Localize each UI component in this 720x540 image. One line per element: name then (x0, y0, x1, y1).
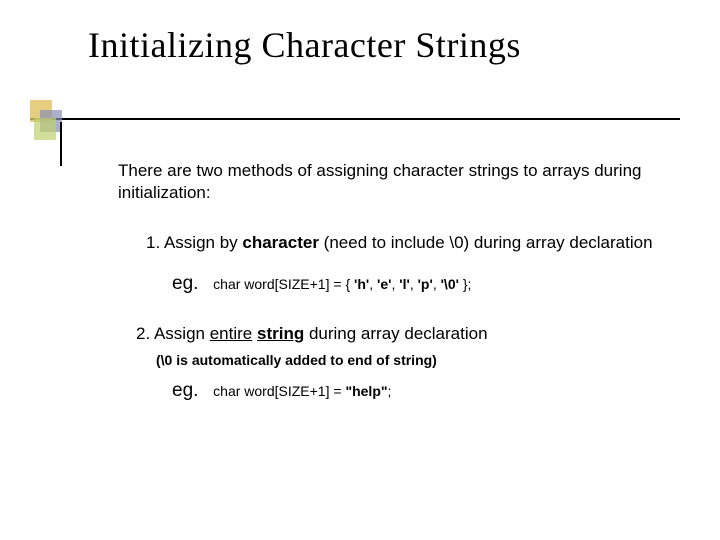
code1-c3: 'l' (399, 276, 410, 292)
accent-square-green (34, 118, 56, 140)
item2-kw1: entire (210, 324, 253, 343)
code2-str: "help" (345, 383, 387, 399)
intro-text: There are two methods of assigning chara… (118, 160, 658, 204)
code1-c2: 'e' (377, 276, 391, 292)
list-item-2: 2. Assign entire string during array dec… (136, 323, 658, 345)
code2-lead: char word[SIZE+1] = (213, 383, 345, 399)
code1-lead: char word[SIZE+1] = { (213, 276, 354, 292)
eg-label-1: eg. (172, 272, 198, 297)
sep: , (433, 276, 441, 292)
note-line: (\0 is automatically added to end of str… (156, 351, 658, 369)
sep: , (369, 276, 377, 292)
code2-tail: ; (388, 383, 392, 399)
body-content: There are two methods of assigning chara… (118, 160, 658, 404)
item1-keyword: character (242, 233, 319, 252)
eg-label-2: eg. (172, 379, 198, 404)
item2-prefix: 2. Assign (136, 324, 210, 343)
item1-suffix: (need to include \0) during array declar… (319, 233, 653, 252)
item2-kw2: string (257, 324, 304, 343)
example-2: eg. char word[SIZE+1] = "help"; (172, 379, 658, 404)
slide-title: Initializing Character Strings (88, 24, 680, 66)
code1-c5: '\0' (441, 276, 459, 292)
item2-suffix: during array declaration (304, 324, 487, 343)
item1-prefix: 1. Assign by (146, 233, 242, 252)
code1-tail: }; (459, 276, 471, 292)
note-rest: is automatically added to end of string) (172, 352, 436, 368)
vertical-rule (60, 122, 62, 166)
code1-c4: 'p' (418, 276, 433, 292)
list-item-1: 1. Assign by character (need to include … (146, 232, 658, 254)
sep: , (410, 276, 418, 292)
note-kw: \0 (161, 352, 173, 368)
code1-c1: 'h' (354, 276, 369, 292)
slide: Initializing Character Strings There are… (0, 0, 720, 540)
code-1: char word[SIZE+1] = { 'h', 'e', 'l', 'p'… (213, 276, 471, 292)
code-2: char word[SIZE+1] = "help"; (213, 383, 391, 399)
accent-squares (30, 100, 74, 144)
example-1: eg. char word[SIZE+1] = { 'h', 'e', 'l',… (172, 272, 658, 297)
horizontal-rule (30, 118, 680, 120)
title-block: Initializing Character Strings (88, 24, 680, 66)
